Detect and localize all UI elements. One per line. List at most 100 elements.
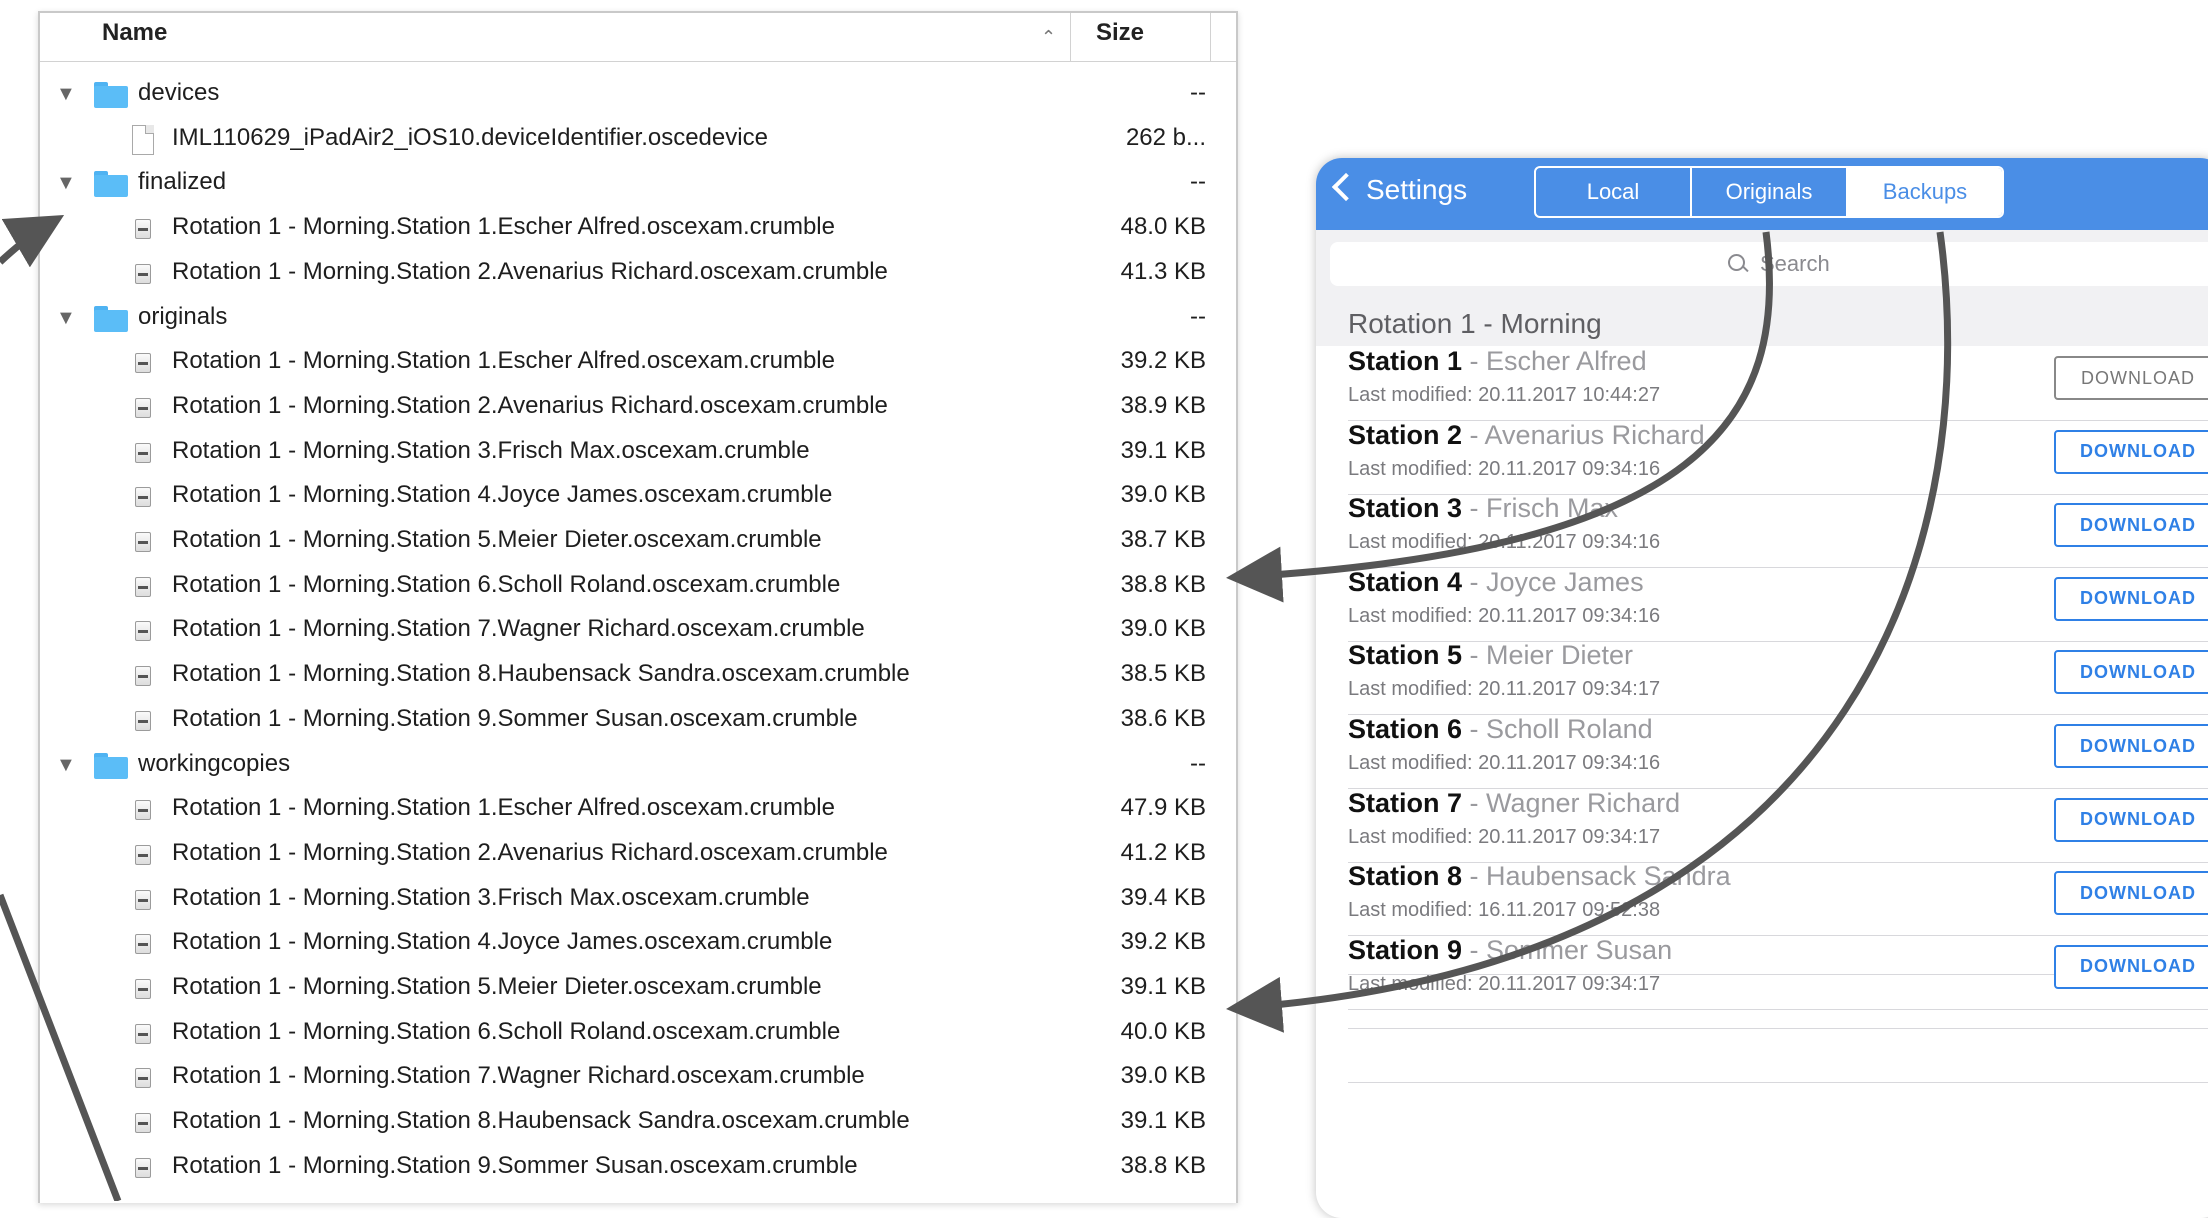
document-icon — [132, 124, 154, 155]
last-modified: Last modified: 20.11.2017 09:34:17 — [1348, 972, 1661, 995]
station-list: Station 1 - Escher Alfred Last modified: … — [1316, 346, 2208, 1218]
file-name: Rotation 1 - Morning.Station 7.Wagner Ri… — [172, 615, 865, 643]
file-row[interactable]: Rotation 1 - Morning.Station 1.Escher Al… — [40, 343, 1236, 387]
folder-row[interactable]: ▼ devices -- — [40, 75, 1236, 119]
file-row[interactable]: Rotation 1 - Morning.Station 5.Meier Die… — [40, 522, 1236, 566]
disclosure-triangle-icon[interactable]: ▼ — [56, 83, 76, 106]
segment-local[interactable]: Local — [1536, 168, 1692, 216]
station-person: Scholl Roland — [1486, 714, 1653, 744]
file-size: -- — [1190, 168, 1206, 196]
file-name: Rotation 1 - Morning.Station 1.Escher Al… — [172, 794, 835, 822]
file-size: 39.1 KB — [1120, 973, 1206, 1000]
download-button[interactable]: DOWNLOAD — [2054, 429, 2208, 474]
file-row[interactable]: Rotation 1 - Morning.Station 6.Scholl Ro… — [40, 1014, 1236, 1058]
station-row: Station 7 - Wagner Richard Last modified:… — [1348, 788, 2208, 863]
download-button[interactable]: DOWNLOAD — [2054, 650, 2208, 695]
file-name: Rotation 1 - Morning.Station 6.Scholl Ro… — [172, 1017, 841, 1045]
disclosure-triangle-icon[interactable]: ▼ — [56, 754, 76, 777]
file-size: 41.3 KB — [1120, 257, 1206, 285]
station-person: Avenarius Richard — [1484, 419, 1705, 450]
folder-row[interactable]: ▼ finalized -- — [40, 164, 1236, 208]
crumble-file-icon — [135, 353, 151, 374]
folder-row[interactable]: ▼ workingcopies -- — [40, 746, 1236, 790]
file-row[interactable]: Rotation 1 - Morning.Station 1.Escher Al… — [40, 209, 1236, 253]
station-person: Haubensack Sandra — [1486, 861, 1731, 892]
file-row[interactable]: Rotation 1 - Morning.Station 7.Wagner Ri… — [40, 1058, 1236, 1102]
search-field[interactable]: Search — [1330, 242, 2208, 286]
crumble-file-icon — [135, 1157, 151, 1178]
file-row[interactable]: Rotation 1 - Morning.Station 9.Sommer Su… — [40, 701, 1236, 745]
last-modified: Last modified: 20.11.2017 09:34:16 — [1348, 457, 1661, 480]
file-row[interactable]: Rotation 1 - Morning.Station 4.Joyce Jam… — [40, 924, 1236, 968]
station-person: Wagner Richard — [1486, 787, 1681, 818]
file-row[interactable]: Rotation 1 - Morning.Station 7.Wagner Ri… — [40, 611, 1236, 655]
download-button[interactable]: DOWNLOAD — [2054, 503, 2208, 548]
download-button[interactable]: DOWNLOAD — [2054, 797, 2208, 842]
download-button[interactable]: DOWNLOAD — [2054, 576, 2208, 621]
column-header: Name ⌃ Size — [40, 13, 1236, 62]
search-icon — [1728, 254, 1745, 271]
file-name: Rotation 1 - Morning.Station 2.Avenarius… — [172, 391, 888, 419]
name-column-header[interactable]: Name — [102, 19, 167, 47]
file-row[interactable]: Rotation 1 - Morning.Station 3.Frisch Ma… — [40, 433, 1236, 477]
file-name: Rotation 1 - Morning.Station 2.Avenarius… — [172, 838, 888, 866]
disclosure-triangle-icon[interactable]: ▼ — [56, 172, 76, 195]
crumble-file-icon — [135, 1068, 151, 1089]
file-name: Rotation 1 - Morning.Station 2.Avenarius… — [172, 257, 888, 285]
back-button[interactable]: Settings — [1331, 172, 1468, 206]
file-row[interactable]: Rotation 1 - Morning.Station 6.Scholl Ro… — [40, 567, 1236, 611]
title-separator: - — [1462, 861, 1487, 892]
file-size: 39.0 KB — [1120, 615, 1206, 643]
download-button[interactable]: DOWNLOAD — [2054, 724, 2208, 768]
file-row[interactable]: Rotation 1 - Morning.Station 2.Avenarius… — [40, 254, 1236, 298]
last-modified: Last modified: 20.11.2017 09:34:16 — [1348, 531, 1661, 554]
file-row[interactable]: Rotation 1 - Morning.Station 3.Frisch Ma… — [40, 880, 1236, 924]
file-name: Rotation 1 - Morning.Station 9.Sommer Su… — [172, 704, 858, 732]
file-row[interactable]: Rotation 1 - Morning.Station 4.Joyce Jam… — [40, 477, 1236, 521]
title-separator: - — [1462, 419, 1485, 450]
crumble-file-icon — [135, 844, 151, 865]
file-row[interactable]: Rotation 1 - Morning.Station 2.Avenarius… — [40, 388, 1236, 432]
file-size: 47.9 KB — [1120, 794, 1206, 822]
last-modified: Last modified: 20.11.2017 10:44:27 — [1348, 384, 1661, 406]
file-size: 38.8 KB — [1120, 570, 1206, 598]
file-name: devices — [138, 79, 220, 106]
folder-row[interactable]: ▼ originals -- — [40, 299, 1236, 343]
disclosure-triangle-icon[interactable]: ▼ — [56, 307, 76, 330]
sort-ascending-icon[interactable]: ⌃ — [1041, 27, 1056, 48]
download-button[interactable]: DOWNLOAD — [2054, 871, 2208, 916]
station-label: Station 6 — [1348, 714, 1463, 744]
size-column-header[interactable]: Size — [1096, 19, 1144, 47]
crumble-file-icon — [135, 397, 151, 418]
crumble-file-icon — [135, 442, 151, 463]
search-placeholder: Search — [1760, 251, 1830, 276]
segment-backups[interactable]: Backups — [1848, 168, 2002, 216]
file-name: Rotation 1 - Morning.Station 1.Escher Al… — [172, 213, 835, 241]
file-size: 38.7 KB — [1120, 526, 1206, 553]
file-row[interactable]: Rotation 1 - Morning.Station 8.Haubensac… — [40, 1103, 1236, 1147]
file-size: 39.0 KB — [1120, 481, 1206, 509]
file-row[interactable]: IML110629_iPadAir2_iOS10.deviceIdentifie… — [40, 120, 1236, 164]
download-button[interactable]: DOWNLOAD — [2054, 944, 2208, 989]
file-size: 38.5 KB — [1120, 660, 1206, 688]
station-title: Station 6 - Scholl Roland — [1348, 714, 1653, 745]
segment-originals[interactable]: Originals — [1692, 168, 1848, 216]
folder-icon — [94, 171, 128, 198]
finder-list-view: Name ⌃ Size ▼ devices -- IML110629_iPadAir2… — [38, 11, 1238, 1203]
station-title: Station 4 - Joyce James — [1348, 567, 1644, 598]
section-header: Rotation 1 - Morning — [1348, 308, 1602, 339]
file-row[interactable]: Rotation 1 - Morning.Station 2.Avenarius… — [40, 835, 1236, 879]
station-title: Station 3 - Frisch Max — [1348, 493, 1618, 524]
file-size: 38.6 KB — [1120, 704, 1206, 732]
back-label: Settings — [1366, 174, 1468, 205]
column-divider[interactable] — [1070, 13, 1071, 61]
file-row[interactable]: Rotation 1 - Morning.Station 8.Haubensac… — [40, 656, 1236, 700]
file-row[interactable]: Rotation 1 - Morning.Station 1.Escher Al… — [40, 790, 1236, 834]
station-title: Station 1 - Escher Alfred — [1348, 346, 1647, 377]
download-button[interactable]: DOWNLOAD — [2054, 356, 2208, 400]
file-row[interactable]: Rotation 1 - Morning.Station 9.Sommer Su… — [40, 1148, 1236, 1192]
file-row[interactable]: Rotation 1 - Morning.Station 5.Meier Die… — [40, 969, 1236, 1013]
title-separator: - — [1462, 714, 1487, 744]
last-modified: Last modified: 20.11.2017 09:34:16 — [1348, 604, 1661, 627]
empty-row-separator — [1348, 1028, 2208, 1029]
